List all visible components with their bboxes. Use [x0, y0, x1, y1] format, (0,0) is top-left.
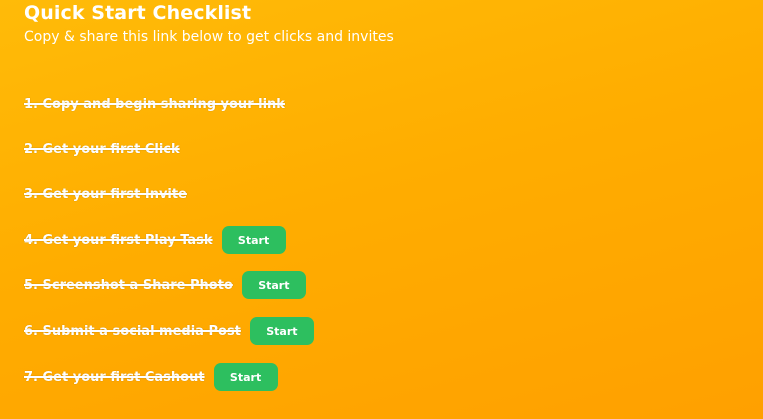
checklist-item-label: 5. Screenshot a Share Photo	[24, 277, 233, 293]
checklist-item-label: 6. Submit a social media Post	[24, 323, 241, 339]
checklist-item-label: 3. Get your first Invite	[24, 186, 187, 202]
checklist-item-copy-link: 1. Copy and begin sharing your link	[24, 89, 285, 119]
checklist-item-first-click: 2. Get your first Click	[24, 134, 180, 164]
start-play-task-button[interactable]: Start	[221, 226, 286, 254]
checklist-item-first-cashout: 7. Get your first Cashout Start	[24, 362, 278, 392]
page-subtitle: Copy & share this link below to get clic…	[24, 29, 394, 45]
start-share-photo-button[interactable]: Start	[241, 271, 306, 299]
checklist-item-share-photo: 5. Screenshot a Share Photo Start	[24, 270, 306, 300]
checklist-item-label: 1. Copy and begin sharing your link	[24, 96, 285, 112]
checklist-item-label: 4. Get your first Play Task	[24, 232, 213, 248]
checklist-item-play-task: 4. Get your first Play Task Start	[24, 225, 286, 255]
checklist-item-label: 7. Get your first Cashout	[24, 369, 205, 385]
page-title: Quick Start Checklist	[24, 2, 252, 24]
checklist-item-first-invite: 3. Get your first Invite	[24, 179, 187, 209]
checklist-item-label: 2. Get your first Click	[24, 141, 180, 157]
start-cashout-button[interactable]: Start	[213, 363, 278, 391]
start-social-post-button[interactable]: Start	[249, 317, 314, 345]
checklist-item-social-post: 6. Submit a social media Post Start	[24, 316, 314, 346]
